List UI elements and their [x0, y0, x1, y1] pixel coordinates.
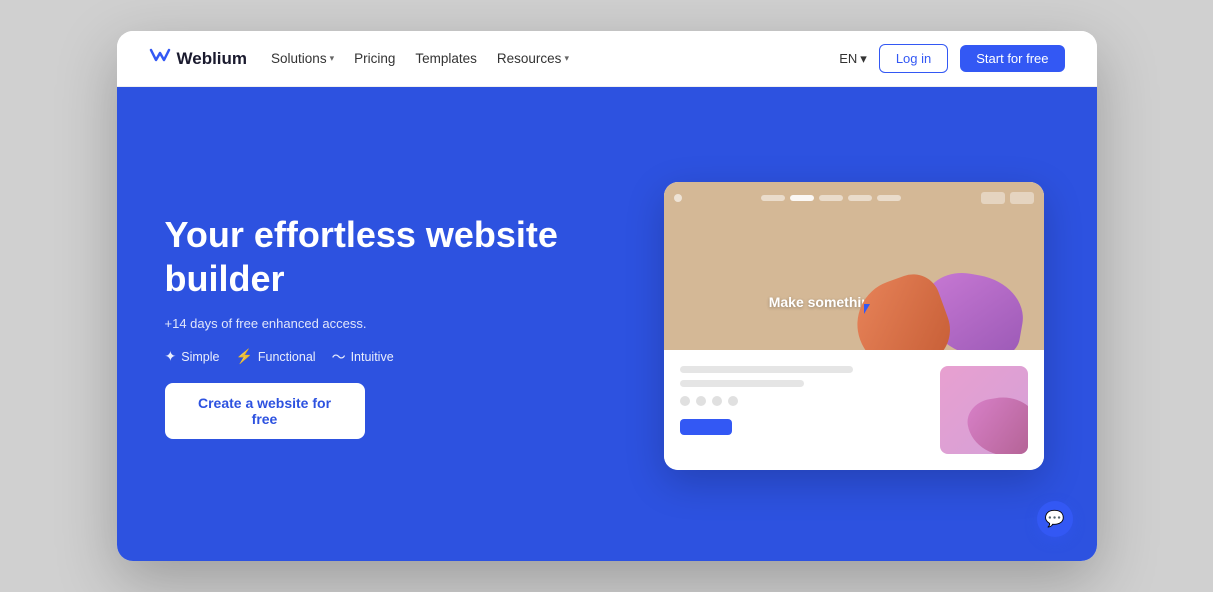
logo[interactable]: Weblium [149, 48, 248, 69]
logo-icon [149, 48, 171, 69]
preview-tab [819, 195, 843, 201]
preview-content-left [680, 366, 928, 435]
window-dot [674, 194, 682, 202]
preview-tab [848, 195, 872, 201]
browser-window: Weblium Solutions ▾ Pricing Templates Re… [117, 31, 1097, 561]
preview-dot [696, 396, 706, 406]
navbar: Weblium Solutions ▾ Pricing Templates Re… [117, 31, 1097, 87]
preview-shape-pink [964, 392, 1028, 454]
nav-pricing[interactable]: Pricing [354, 51, 395, 66]
nav-solutions[interactable]: Solutions ▾ [271, 51, 334, 66]
preview-card: Make something different [664, 182, 1044, 470]
preview-btn [1010, 192, 1034, 204]
badge-intuitive: 〜 Intuitive [332, 347, 394, 367]
hero-left: Your effortless website builder +14 days… [165, 127, 659, 525]
preview-tab [761, 195, 785, 201]
preview-line [680, 380, 804, 387]
badge-simple: ✦ Simple [165, 348, 220, 365]
preview-tab-active [790, 195, 814, 201]
preview-btn [981, 192, 1005, 204]
preview-tab [877, 195, 901, 201]
preview-buttons [981, 192, 1034, 204]
badge-functional: ⚡ Functional [235, 348, 315, 365]
nav-templates[interactable]: Templates [415, 51, 477, 66]
logo-text: Weblium [177, 49, 248, 69]
preview-tabs [761, 195, 901, 201]
preview-top: Make something different [664, 182, 1044, 350]
preview-dot [680, 396, 690, 406]
nav-right: EN ▾ Log in Start for free [839, 44, 1064, 73]
wave-icon: 〜 [332, 347, 346, 367]
chevron-icon: ▾ [564, 53, 569, 64]
preview-dots [680, 396, 928, 406]
language-selector[interactable]: EN ▾ [839, 51, 867, 67]
preview-dot [728, 396, 738, 406]
preview-bottom [664, 350, 1044, 470]
chat-icon: 💬 [1045, 509, 1065, 529]
preview-line [680, 366, 854, 373]
cta-button[interactable]: Create a website for free [165, 383, 365, 439]
hero-right: Make something different [659, 127, 1049, 525]
hero-section: Your effortless website builder +14 days… [117, 87, 1097, 561]
start-button[interactable]: Start for free [960, 45, 1064, 72]
hero-subtitle: +14 days of free enhanced access. [165, 316, 619, 331]
chat-bubble-button[interactable]: 💬 [1037, 501, 1073, 537]
nav-links: Solutions ▾ Pricing Templates Resources … [271, 51, 839, 66]
cursor-icon [864, 304, 880, 320]
hero-badges: ✦ Simple ⚡ Functional 〜 Intuitive [165, 347, 619, 367]
lightning-icon: ⚡ [235, 348, 252, 365]
sparkle-icon: ✦ [165, 348, 177, 365]
chevron-icon: ▾ [330, 53, 335, 64]
hero-title: Your effortless website builder [165, 213, 619, 299]
chevron-down-icon: ▾ [860, 51, 867, 67]
preview-cta-btn [680, 419, 732, 435]
preview-dot [712, 396, 722, 406]
nav-resources[interactable]: Resources ▾ [497, 51, 569, 66]
login-button[interactable]: Log in [879, 44, 948, 73]
preview-image [940, 366, 1028, 454]
preview-top-bar [674, 192, 1034, 204]
